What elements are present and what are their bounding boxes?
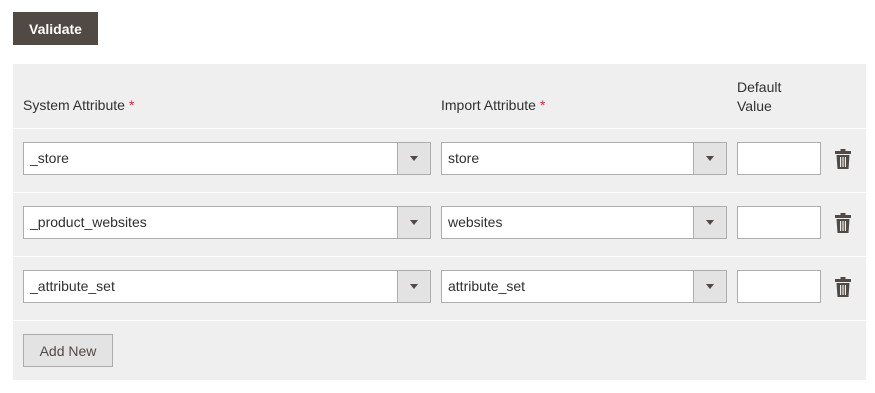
import-attribute-select[interactable]: websites: [441, 206, 727, 239]
import-attribute-select[interactable]: store: [441, 142, 727, 175]
table-row: _store store: [13, 128, 866, 191]
trash-icon[interactable]: [835, 213, 851, 233]
table-row: _product_websites websites: [13, 192, 866, 255]
import-attribute-value: attribute_set: [448, 278, 526, 294]
default-value-input[interactable]: [737, 142, 821, 175]
chevron-down-icon[interactable]: [693, 271, 726, 302]
system-attribute-select[interactable]: _attribute_set: [23, 270, 431, 303]
table-footer: Add New: [13, 320, 866, 380]
import-attribute-select[interactable]: attribute_set: [441, 270, 727, 303]
column-header-import-attribute: Import Attribute *: [441, 97, 545, 113]
default-value-input[interactable]: [737, 270, 821, 303]
trash-icon[interactable]: [835, 277, 851, 297]
default-value-input[interactable]: [737, 206, 821, 239]
required-marker: *: [128, 97, 135, 113]
import-attribute-value: websites: [448, 214, 503, 230]
system-attribute-value: _attribute_set: [30, 278, 115, 294]
system-attribute-value: _store: [30, 150, 69, 166]
system-attribute-select[interactable]: _store: [23, 142, 431, 175]
system-attribute-select[interactable]: _product_websites: [23, 206, 431, 239]
trash-icon[interactable]: [835, 149, 851, 169]
system-attribute-value: _product_websites: [30, 214, 147, 230]
chevron-down-icon[interactable]: [693, 207, 726, 238]
table-header: System Attribute * Import Attribute * Defa…: [13, 64, 866, 128]
required-marker: *: [539, 97, 546, 113]
chevron-down-icon[interactable]: [693, 143, 726, 174]
add-new-button[interactable]: Add New: [23, 334, 113, 367]
chevron-down-icon[interactable]: [397, 143, 430, 174]
column-header-label: System Attribute: [23, 97, 125, 113]
table-row: _attribute_set attribute_set: [13, 256, 866, 319]
chevron-down-icon[interactable]: [397, 271, 430, 302]
chevron-down-icon[interactable]: [397, 207, 430, 238]
attribute-mapping-table: System Attribute * Import Attribute * Defa…: [13, 64, 866, 380]
import-attribute-value: store: [448, 150, 480, 166]
column-header-label: Import Attribute: [441, 97, 536, 113]
validate-button[interactable]: Validate: [13, 12, 98, 45]
column-header-default-value: Default Value: [737, 79, 782, 114]
column-header-system-attribute: System Attribute *: [23, 97, 134, 113]
